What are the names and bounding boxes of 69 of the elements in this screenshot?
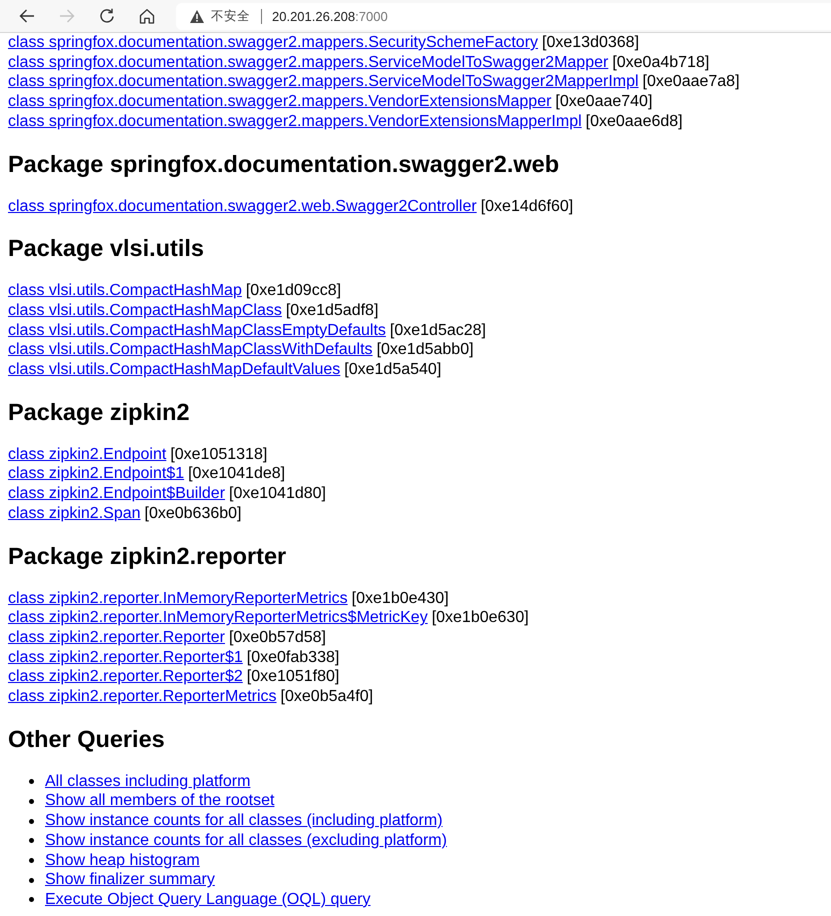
class-link[interactable]: class zipkin2.Endpoint$1 [8, 465, 184, 482]
object-address: [0xe1d5abb0] [376, 341, 474, 358]
object-address: [0xe1051f80] [246, 668, 340, 686]
class-link[interactable]: class zipkin2.Endpoint [8, 446, 166, 463]
class-link[interactable]: class zipkin2.reporter.InMemoryReporterMetrics [8, 590, 348, 607]
query-link[interactable]: Show instance counts for all classes (excluding platform) [45, 830, 447, 851]
arrow-left-icon [19, 8, 35, 24]
query-link[interactable]: Show instance counts for all classes (including platform) [45, 811, 443, 831]
reload-icon [99, 8, 115, 24]
arrow-right-icon [59, 8, 75, 24]
bullet-icon [29, 818, 34, 824]
object-address: [0xe14d6f60] [480, 198, 574, 215]
bullet-icon [29, 858, 34, 863]
class-link[interactable]: class springfox.documentation.swagger2.mappers.VendorExtensionsMapperImpl [8, 112, 582, 130]
class-link[interactable]: class zipkin2.reporter.Reporter [8, 628, 225, 646]
object-address: [0xe1b0e430] [352, 590, 449, 607]
bullet-icon [29, 878, 34, 883]
object-address: [0xe1d5ac28] [390, 322, 486, 339]
security-label: 不安全 [211, 8, 250, 24]
class-link[interactable]: class vlsi.utils.CompactHashMapClassEmptyDefaults [8, 322, 386, 339]
object-address: [0xe1041d80] [229, 485, 326, 502]
class-link[interactable]: class zipkin2.Span [8, 504, 141, 522]
query-link[interactable]: Show heap histogram [45, 850, 200, 870]
class-link[interactable]: class springfox.documentation.swagger2.web.Swagger2Controller [8, 198, 477, 215]
object-address: [0xe0fab338] [246, 648, 340, 666]
object-address: [0xe0aae7a8] [642, 73, 740, 90]
object-address: [0xe13d0368] [542, 34, 640, 51]
home-icon [139, 8, 155, 24]
class-link[interactable]: class zipkin2.reporter.Reporter$2 [8, 668, 243, 686]
object-address: [0xe0b5a4f0] [280, 688, 374, 706]
class-link[interactable]: class zipkin2.reporter.InMemoryReporterMetrics$MetricKey [8, 609, 428, 626]
url-text: 20.201.26.208:7000 [272, 8, 388, 24]
object-address: [0xe1b0e630] [432, 609, 529, 626]
query-link[interactable]: Show finalizer summary [45, 870, 215, 890]
object-address: [0xe0aae6d8] [586, 112, 683, 130]
object-address: [0xe0aae740] [555, 93, 652, 110]
bullet-icon [29, 838, 34, 844]
bullet-icon [29, 798, 34, 804]
section-heading: Other Queries [8, 726, 166, 752]
object-address: [0xe1051318] [170, 446, 268, 463]
bullet-icon [29, 779, 34, 784]
object-address: [0xe1d5adf8] [286, 302, 378, 319]
class-link[interactable]: class springfox.documentation.swagger2.mappers.VendorExtensionsMapper [8, 93, 552, 110]
query-link[interactable]: Show all members of the rootset [45, 791, 274, 812]
bullet-icon [29, 897, 34, 902]
object-address: [0xe1d5a540] [344, 361, 442, 378]
class-link[interactable]: class springfox.documentation.swagger2.mappers.ServiceModelToSwagger2MapperImpl [8, 73, 639, 90]
object-address: [0xe0b636b0] [144, 504, 242, 522]
class-link[interactable]: class springfox.documentation.swagger2.mappers.SecuritySchemeFactory [8, 34, 538, 51]
class-link[interactable]: class zipkin2.reporter.Reporter$1 [8, 648, 243, 666]
query-link[interactable]: Execute Object Query Language (OQL) query [45, 890, 371, 910]
address-bar[interactable]: 不安全 20.201.26.208:7000 [176, 2, 831, 30]
object-address: [0xe0b57d58] [228, 628, 326, 646]
object-address: [0xe1d09cc8] [246, 282, 342, 300]
class-link[interactable]: class vlsi.utils.CompactHashMapClassWithDefaults [8, 341, 373, 358]
warning-icon [190, 10, 204, 22]
class-link[interactable]: class zipkin2.reporter.ReporterMetrics [8, 688, 277, 706]
package-heading: Package zipkin2 [8, 398, 191, 425]
package-heading: Package vlsi.utils [8, 235, 205, 262]
package-heading: Package springfox.documentation.swagger2.web [8, 150, 560, 177]
class-link[interactable]: class vlsi.utils.CompactHashMapClass [8, 302, 282, 319]
query-link[interactable]: All classes including platform [45, 772, 250, 792]
class-link[interactable]: class vlsi.utils.CompactHashMapDefaultValues [8, 361, 340, 378]
class-link[interactable]: class springfox.documentation.swagger2.mappers.ServiceModelToSwagger2Mapper [8, 54, 608, 71]
class-link[interactable]: class zipkin2.Endpoint$Builder [8, 485, 226, 502]
class-link[interactable]: class vlsi.utils.CompactHashMap [8, 282, 242, 300]
package-heading: Package zipkin2.reporter [8, 542, 288, 569]
object-address: [0xe1041de8] [188, 465, 286, 482]
object-address: [0xe0a4b718] [612, 54, 710, 71]
